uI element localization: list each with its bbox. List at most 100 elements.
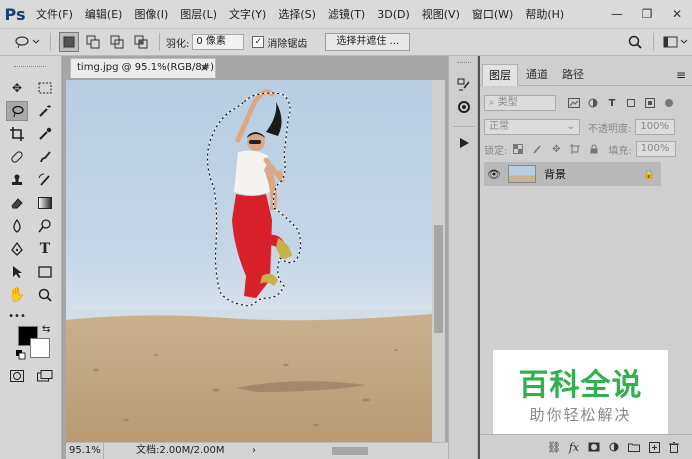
dodge-tool-icon[interactable] [34, 216, 56, 236]
menu-layer[interactable]: 图层(L) [174, 6, 223, 22]
layers-footer: ⛓ fx [480, 434, 692, 459]
history-brush-tool-icon[interactable] [34, 170, 56, 190]
lock-transparent-icon[interactable] [510, 141, 526, 157]
filter-smart-object-icon[interactable] [642, 95, 658, 111]
subtract-selection-icon[interactable] [107, 32, 127, 52]
blend-mode-select[interactable]: 正常 ⌄ [484, 119, 580, 135]
select-and-mask-button[interactable]: 选择并遮住 ... [325, 33, 411, 51]
intersect-selection-icon[interactable] [131, 32, 151, 52]
opacity-input[interactable]: 100% [635, 119, 676, 135]
lock-pixels-icon[interactable] [529, 141, 545, 157]
image-canvas[interactable] [66, 80, 432, 442]
restore-button[interactable]: ❐ [632, 0, 662, 28]
menu-select[interactable]: 选择(S) [272, 6, 322, 22]
link-layers-icon[interactable]: ⛓ [544, 438, 564, 456]
zoom-level[interactable]: 95.1% [66, 443, 104, 459]
layer-filter-select[interactable]: ⌕ 类型 [484, 95, 556, 111]
history-panel-icon[interactable] [455, 76, 473, 94]
menu-3d[interactable]: 3D(D) [371, 8, 416, 21]
document-tab[interactable]: timg.jpg @ 95.1%(RGB/8#) × [70, 58, 216, 78]
add-mask-icon[interactable] [584, 438, 604, 456]
pen-tool-icon[interactable] [6, 239, 28, 259]
healing-brush-tool-icon[interactable] [6, 147, 28, 167]
minimize-button[interactable]: — [602, 0, 632, 28]
lock-artboard-icon[interactable] [567, 141, 583, 157]
screen-mode-icon[interactable] [34, 366, 56, 386]
trash-icon[interactable] [664, 438, 684, 456]
panel-menu-icon[interactable]: ≡ [676, 64, 686, 86]
menu-view[interactable]: 视图(V) [416, 6, 466, 22]
path-selection-tool-icon[interactable] [6, 262, 28, 282]
divider [653, 33, 654, 51]
antialias-label: 消除锯齿 [267, 38, 308, 50]
new-group-icon[interactable] [624, 438, 644, 456]
rectangle-tool-icon[interactable] [34, 262, 56, 282]
options-bar: 羽化: 0 像素 ✓ 消除锯齿 选择并遮住 ... [0, 28, 692, 56]
feather-input[interactable]: 0 像素 [192, 34, 245, 50]
tab-paths[interactable]: 路径 [556, 64, 590, 86]
watermark-box: 百科全说 助你轻松解决 [493, 350, 668, 434]
tab-channels[interactable]: 通道 [520, 64, 554, 86]
play-icon[interactable] [455, 134, 473, 152]
close-button[interactable]: ✕ [662, 0, 692, 28]
menu-image[interactable]: 图像(I) [128, 6, 174, 22]
lasso-preset-icon[interactable] [12, 32, 42, 52]
hand-tool-icon[interactable]: ✋ [6, 285, 28, 305]
document-tab-title: timg.jpg @ 95.1%(RGB/8#) [77, 62, 215, 73]
divider [50, 33, 51, 51]
zoom-tool-icon[interactable] [34, 285, 56, 305]
tab-layers[interactable]: 图层 [482, 64, 518, 86]
more-tools-icon[interactable]: ••• [6, 306, 28, 326]
eyedropper-tool-icon[interactable] [34, 124, 56, 144]
brush-tool-icon[interactable] [34, 147, 56, 167]
add-selection-icon[interactable] [83, 32, 103, 52]
menu-help[interactable]: 帮助(H) [519, 6, 570, 22]
adjustment-layer-icon[interactable] [604, 438, 624, 456]
divider [159, 33, 160, 51]
vertical-scrollbar-thumb[interactable] [434, 225, 443, 333]
lasso-tool-icon[interactable] [6, 101, 28, 121]
eye-icon[interactable]: 👁 [484, 168, 504, 181]
magic-wand-tool-icon[interactable] [34, 101, 56, 121]
fill-input[interactable]: 100% [635, 141, 676, 157]
lock-all-icon[interactable] [586, 141, 602, 157]
new-layer-icon[interactable] [644, 438, 664, 456]
horizontal-scrollbar-thumb[interactable] [332, 447, 368, 455]
chevron-down-icon: ⌄ [566, 121, 575, 132]
move-tool-icon[interactable]: ✥ [6, 78, 28, 98]
filter-adjustment-icon[interactable] [585, 95, 601, 111]
menu-file[interactable]: 文件(F) [30, 6, 79, 22]
filter-type-icon[interactable]: T [604, 95, 620, 111]
workspace-icon[interactable] [662, 32, 690, 52]
swap-colors-icon[interactable]: ⇆ [42, 324, 50, 335]
blur-tool-icon[interactable] [6, 216, 28, 236]
default-colors-icon[interactable] [16, 350, 26, 360]
layer-style-icon[interactable]: fx [564, 438, 584, 456]
photo-image [66, 80, 432, 442]
status-menu-arrow[interactable]: › [252, 443, 256, 458]
photoshop-logo: Ps [4, 4, 26, 24]
crop-tool-icon[interactable] [6, 124, 28, 144]
new-selection-icon[interactable] [59, 32, 79, 52]
marquee-tool-icon[interactable] [34, 78, 56, 98]
menu-filter[interactable]: 滤镜(T) [322, 6, 371, 22]
menu-edit[interactable]: 编辑(E) [79, 6, 129, 22]
search-icon[interactable] [625, 32, 645, 52]
gradient-tool-icon[interactable] [34, 193, 56, 213]
type-tool-icon[interactable]: T [34, 239, 56, 259]
clone-stamp-tool-icon[interactable] [6, 170, 28, 190]
quick-mask-icon[interactable] [6, 366, 28, 386]
vertical-scrollbar[interactable] [432, 80, 445, 442]
menu-type[interactable]: 文字(Y) [223, 6, 272, 22]
antialias-checkbox[interactable]: ✓ [252, 36, 265, 48]
eraser-tool-icon[interactable] [6, 193, 28, 213]
lock-position-icon[interactable]: ✥ [548, 141, 564, 157]
menu-window[interactable]: 窗口(W) [466, 6, 519, 22]
actions-panel-icon[interactable] [455, 98, 473, 116]
filter-toggle-icon[interactable] [661, 95, 677, 111]
filter-shape-icon[interactable] [623, 95, 639, 111]
close-tab-icon[interactable]: × [200, 59, 209, 77]
filter-pixel-icon[interactable] [566, 95, 582, 111]
layer-row-background[interactable]: 👁 背景 🔒 [484, 162, 661, 186]
background-color-swatch[interactable] [30, 338, 50, 358]
